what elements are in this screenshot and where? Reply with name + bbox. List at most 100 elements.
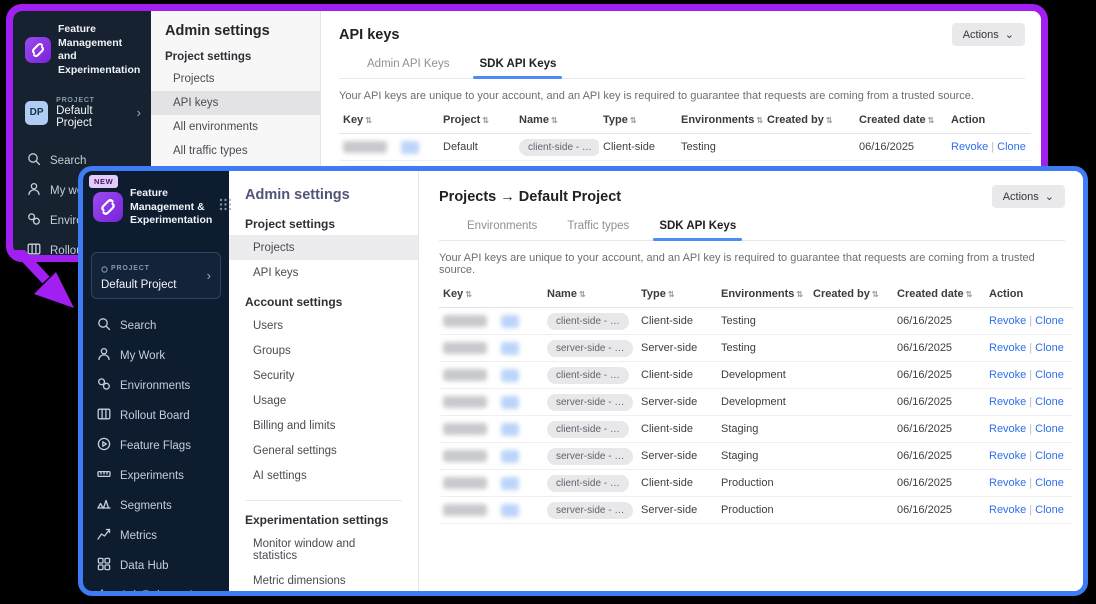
actions-button[interactable]: Actions ⌄ — [992, 185, 1065, 208]
clone-link[interactable]: Clone — [1035, 396, 1064, 408]
my-work-icon — [27, 182, 41, 199]
admin-section-header: Project settings — [229, 217, 418, 231]
sidebar-item-label: Environments — [120, 380, 190, 392]
sidebar-item-my-work[interactable]: My Work — [83, 341, 229, 371]
clone-link[interactable]: Clone — [1035, 450, 1064, 462]
admin-nav-item-metric-dimensions[interactable]: Metric dimensions — [229, 568, 418, 591]
clone-link[interactable]: Clone — [997, 141, 1026, 153]
tab-environments[interactable]: Environments — [467, 220, 537, 240]
segments-icon — [97, 497, 111, 514]
sidebar-item-data-hub[interactable]: Data Hub — [83, 551, 229, 581]
feature-flags-icon — [97, 437, 111, 454]
revoke-link[interactable]: Revoke — [989, 477, 1026, 489]
col-environments[interactable]: Environments⇅ — [717, 280, 809, 308]
col-created-by[interactable]: Created by⇅ — [809, 280, 893, 308]
sort-icon: ⇅ — [630, 116, 637, 125]
table-row: server-side - … Server-side Staging 06/1… — [439, 443, 1073, 470]
col-created-date[interactable]: Created date⇅ — [893, 280, 985, 308]
admin-nav-item-usage[interactable]: Usage — [229, 388, 418, 413]
clone-link[interactable]: Clone — [1035, 342, 1064, 354]
admin-nav-item-all-environments[interactable]: All environments — [151, 115, 320, 139]
admin-nav-item-api-keys[interactable]: API keys — [151, 91, 320, 115]
sidebar-item-feature-flags[interactable]: Feature Flags — [83, 431, 229, 461]
revoke-link[interactable]: Revoke — [989, 369, 1026, 381]
sidebar-item-ask-release-agent[interactable]: Ask Release Agent — [83, 581, 229, 596]
col-environments[interactable]: Environments⇅ — [677, 106, 763, 134]
old-tabs: Admin API Keys SDK API Keys — [339, 58, 1025, 79]
tab-sdk-api-keys[interactable]: SDK API Keys — [479, 58, 556, 78]
sidebar-item-label: Segments — [120, 500, 172, 512]
sidebar-item-label: Ask Release Agent — [120, 590, 217, 596]
environment-cell: Development — [717, 362, 809, 389]
col-project[interactable]: Project⇅ — [439, 106, 515, 134]
admin-nav-item-groups[interactable]: Groups — [229, 338, 418, 363]
sidebar-item-rollout-board[interactable]: Rollout Board — [83, 401, 229, 431]
admin-nav-item-general-settings[interactable]: General settings — [229, 438, 418, 463]
sidebar-item-experiments[interactable]: Experiments — [83, 461, 229, 491]
col-key[interactable]: Key⇅ — [339, 106, 439, 134]
redacted-key-badge — [501, 315, 519, 328]
admin-nav-item-users[interactable]: Users — [229, 313, 418, 338]
col-type[interactable]: Type⇅ — [599, 106, 677, 134]
experiments-icon — [97, 467, 111, 484]
metrics-icon — [97, 527, 111, 544]
admin-nav-item-api-keys[interactable]: API keys — [229, 260, 418, 285]
divider — [245, 500, 402, 501]
new-app-title: Feature Management & Experimentation — [130, 187, 212, 228]
actions-button[interactable]: Actions ⌄ — [952, 23, 1025, 46]
table-row: Default client-side - … Client-side Test… — [339, 134, 1031, 161]
tab-sdk-api-keys[interactable]: SDK API Keys — [659, 220, 736, 240]
col-name[interactable]: Name⇅ — [543, 280, 637, 308]
col-key[interactable]: Key⇅ — [439, 280, 543, 308]
clone-link[interactable]: Clone — [1035, 423, 1064, 435]
sidebar-item-metrics[interactable]: Metrics — [83, 521, 229, 551]
admin-nav-item-projects[interactable]: Projects — [229, 235, 418, 260]
col-created-date[interactable]: Created date⇅ — [855, 106, 947, 134]
ask-release-agent-icon — [97, 587, 111, 596]
sidebar-item-environments[interactable]: Environments — [83, 371, 229, 401]
redacted-key-badge — [501, 504, 519, 517]
revoke-link[interactable]: Revoke — [951, 141, 988, 153]
admin-nav-item-all-traffic-types[interactable]: All traffic types — [151, 139, 320, 163]
admin-nav-item-projects[interactable]: Projects — [151, 67, 320, 91]
sidebar-item-segments[interactable]: Segments — [83, 491, 229, 521]
clone-link[interactable]: Clone — [1035, 477, 1064, 489]
col-type[interactable]: Type⇅ — [637, 280, 717, 308]
redacted-key — [443, 369, 487, 381]
type-cell: Client-side — [637, 416, 717, 443]
col-action: Action — [985, 280, 1073, 308]
col-created-by[interactable]: Created by⇅ — [763, 106, 855, 134]
sidebar-item-label: Search — [120, 320, 156, 332]
clone-link[interactable]: Clone — [1035, 369, 1064, 381]
table-row: server-side - … Server-side Production 0… — [439, 497, 1073, 524]
sidebar-item-search[interactable]: Search — [83, 311, 229, 341]
admin-settings-title: Admin settings — [151, 23, 320, 39]
revoke-link[interactable]: Revoke — [989, 342, 1026, 354]
revoke-link[interactable]: Revoke — [989, 423, 1026, 435]
clone-link[interactable]: Clone — [1035, 315, 1064, 327]
revoke-link[interactable]: Revoke — [989, 396, 1026, 408]
clone-link[interactable]: Clone — [1035, 504, 1064, 516]
new-project-selector[interactable]: PROJECT Default Project › — [91, 252, 221, 299]
tab-admin-api-keys[interactable]: Admin API Keys — [367, 58, 449, 78]
sidebar-item-label: Search — [50, 155, 86, 167]
revoke-link[interactable]: Revoke — [989, 315, 1026, 327]
type-cell: Client-side — [637, 362, 717, 389]
page-title: API keys — [339, 27, 399, 43]
col-name[interactable]: Name⇅ — [515, 106, 599, 134]
sort-icon: ⇅ — [482, 116, 489, 125]
revoke-link[interactable]: Revoke — [989, 450, 1026, 462]
tab-traffic-types[interactable]: Traffic types — [567, 220, 629, 240]
redacted-key — [443, 504, 487, 516]
app-launcher-icon[interactable] — [219, 198, 232, 216]
sort-icon: ⇅ — [756, 116, 763, 125]
new-api-keys-table: Key⇅ Name⇅ Type⇅ Environments⇅ Created b… — [439, 280, 1073, 524]
admin-nav-item-monitor-window[interactable]: Monitor window and statistics — [229, 531, 418, 568]
revoke-link[interactable]: Revoke — [989, 504, 1026, 516]
sort-icon: ⇅ — [826, 116, 833, 125]
admin-nav-item-security[interactable]: Security — [229, 363, 418, 388]
admin-nav-item-ai-settings[interactable]: AI settings — [229, 463, 418, 488]
admin-nav-item-billing-and-limits[interactable]: Billing and limits — [229, 413, 418, 438]
old-project-selector[interactable]: DP PROJECT Default Project › — [13, 88, 151, 138]
sort-icon: ⇅ — [668, 290, 675, 299]
